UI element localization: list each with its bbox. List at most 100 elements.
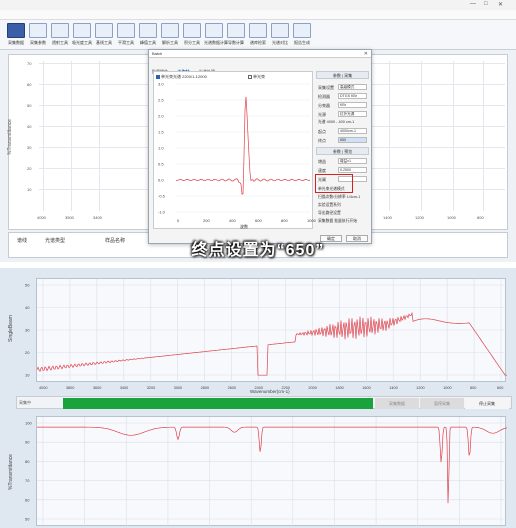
side-row-1-value[interactable]: DTGS KBr xyxy=(338,93,367,99)
toolbar-item-label: 平滑工具 xyxy=(118,40,134,45)
side-row-3: 光源 红外光源 xyxy=(316,110,369,118)
toolbar-item-1[interactable]: 采集参数 xyxy=(28,23,48,49)
singlebeam-ylabel: SingleBeam xyxy=(8,315,14,342)
toolbar-item-12[interactable]: 光谱对比 xyxy=(270,23,290,49)
side-extra-2[interactable]: 实验设置系列 xyxy=(318,203,341,208)
stop-button[interactable]: 停止采集 xyxy=(465,398,509,409)
maximize-button[interactable]: □ xyxy=(484,1,488,7)
side-row-start: 起点 4000cm-1 xyxy=(316,127,369,135)
singlebeam-xtick: 2000 xyxy=(308,386,316,390)
side-row-2-value[interactable]: KBr xyxy=(338,102,367,108)
transmittance-ytick: 50 xyxy=(25,517,30,522)
toolbar-spectrum-icon xyxy=(139,23,157,38)
main-plot-ytick: 20 xyxy=(27,166,32,171)
side-header-collect-label[interactable]: 参数 xyxy=(333,73,341,78)
toolbar-item-label: 报告生成 xyxy=(294,40,310,45)
transmittance-ylabel: %Transmittance xyxy=(8,454,14,490)
singlebeam-ytick: 20 xyxy=(25,350,30,355)
main-plot-ytick: 10 xyxy=(27,187,32,192)
toolbar-item-5[interactable]: 平滑工具 xyxy=(116,23,136,49)
side-extra-4[interactable]: 采集数据 批量执行开始 xyxy=(318,219,357,224)
side-row-gain-0-value[interactable]: 增益x1 xyxy=(338,158,367,164)
dialog-close-icon[interactable]: ✕ xyxy=(364,50,368,58)
singlebeam-xtick: 3200 xyxy=(147,386,155,390)
interferogram-ytick: 1.0 xyxy=(158,146,164,151)
toolbar-item-10[interactable]: 导数计算 xyxy=(226,23,246,49)
side-header-preview-label-b[interactable]: 预览 xyxy=(344,149,352,154)
toolbar-spectrum-icon xyxy=(73,23,91,38)
side-row-3-value[interactable]: 红外光源 xyxy=(338,111,367,117)
interferogram-xtick: 400 xyxy=(229,218,236,223)
toolbar-spectrum-icon xyxy=(51,23,69,38)
singlebeam-curve xyxy=(36,311,507,376)
side-row-0-key: 采集设置 xyxy=(318,85,334,90)
endpoint-highlight-box xyxy=(315,174,353,193)
side-header-preview-label[interactable]: 参数 xyxy=(333,149,341,154)
toolbar-item-4[interactable]: 基线工具 xyxy=(94,23,114,49)
main-plot-xtick: 1200 xyxy=(415,215,424,220)
toolbar-spectrum-icon xyxy=(117,23,135,38)
main-plot-xtick: 800 xyxy=(477,215,484,220)
toolbar-spectrum-icon xyxy=(95,23,113,38)
main-plot-vgridline xyxy=(99,61,100,211)
toolbar-item-8[interactable]: 积分工具 xyxy=(182,23,202,49)
collect-button[interactable]: 采集数据 xyxy=(375,398,419,409)
side-row-0: 采集设置 高级模式 xyxy=(316,83,369,91)
toolbar-item-9[interactable]: 光谱数据计算 xyxy=(204,23,228,49)
main-plot-ytick: 60 xyxy=(27,82,32,87)
toolbar-item-6[interactable]: 峰值工具 xyxy=(138,23,158,49)
main-plot-xtick: 3500 xyxy=(65,215,74,220)
transmittance-ytick: 90 xyxy=(25,440,30,445)
singlebeam-ytick: 40 xyxy=(25,305,30,310)
toolbar-item-3[interactable]: 吸光度工具 xyxy=(72,23,92,49)
toolbar-spectrum-icon xyxy=(161,23,179,38)
pause-button[interactable]: 暂停采集 xyxy=(420,398,464,409)
singlebeam-xlabel: Wavenumber(cm-1) xyxy=(250,389,290,394)
toolbar-item-2[interactable]: 透射工具 xyxy=(50,23,70,49)
singlebeam-ytick: 30 xyxy=(25,328,30,333)
dialog-side-panel: 参数 | 采集 采集设置 高级模式 检测器 DTGS KBr 分束器 KBr 光源 红外光源 光谱… xyxy=(316,71,369,229)
singlebeam-xtick: 600 xyxy=(497,386,503,390)
interferogram-ytick: -1.0 xyxy=(158,210,166,215)
transmittance-ytick: 70 xyxy=(25,478,30,483)
side-row-start-value[interactable]: 4000cm-1 xyxy=(338,128,367,134)
singlebeam-svg: 50 40 30 20 10 4000 3800 3600 3400 3200 3000 2800 26… xyxy=(25,279,507,390)
main-plot-ytick: 30 xyxy=(27,145,32,150)
transmittance-ytick: 100 xyxy=(25,421,32,426)
side-extra-3[interactable]: 导出路径设置 xyxy=(318,211,341,216)
singlebeam-plot-area: 50 40 30 20 10 4000 3800 3600 3400 3200 3000 2800 26… xyxy=(25,278,507,390)
toolbar-item-0[interactable]: 采集数据 xyxy=(6,23,26,49)
toolbar-item-label: 吸光度工具 xyxy=(72,40,92,45)
interferogram-xtick: 0 xyxy=(177,218,180,223)
toolbar-item-11[interactable]: 谱库检索 xyxy=(248,23,268,49)
main-plot-vgridline xyxy=(389,61,390,211)
side-row-0-value[interactable]: 高级模式 xyxy=(338,84,367,90)
side-row-2-key: 分束器 xyxy=(318,103,330,108)
side-row-gain-0-key: 增益 xyxy=(318,159,326,164)
side-header-collect: 参数 | 采集 xyxy=(316,71,369,79)
main-plot-xtick: 1000 xyxy=(447,215,456,220)
side-header-collect-label-b[interactable]: 采集 xyxy=(344,73,352,78)
toolbar-item-7[interactable]: 解析工具 xyxy=(160,23,180,49)
transmittance-svg: 100 90 80 70 60 50 xyxy=(25,417,508,527)
acquisition-status-bar: 采集中 采集数据 暂停采集 停止采集 xyxy=(16,396,512,409)
toolbar-spectrum-icon xyxy=(7,23,25,38)
interferogram-ytick: 2.0 xyxy=(158,114,164,119)
toolbar-item-label: 采集参数 xyxy=(30,40,46,45)
toolbar-spectrum-icon xyxy=(271,23,289,38)
singlebeam-xtick: 2800 xyxy=(201,386,209,390)
toolbar-item-13[interactable]: 报告生成 xyxy=(292,23,312,49)
close-window-button[interactable]: ✕ xyxy=(498,1,503,8)
singlebeam-xtick: 4000 xyxy=(39,386,47,390)
interferogram-ytick: 0.5 xyxy=(158,162,164,167)
side-row-end-value[interactable]: 650 xyxy=(338,137,367,143)
status-label: 采集中 xyxy=(19,400,31,405)
main-plot-xtick: 1400 xyxy=(383,215,392,220)
toolbar-item-label: 峰值工具 xyxy=(140,40,156,45)
acquisition-progress-bar xyxy=(63,398,373,409)
minimize-button[interactable]: — xyxy=(470,1,476,7)
side-row-gain-1-value[interactable]: 0.2500 xyxy=(338,167,367,173)
toolbar-item-label: 光谱对比 xyxy=(272,40,288,45)
side-extra-1: 扫描次数/分辨率 1/4cm-1 xyxy=(318,195,361,199)
singlebeam-xtick: 1600 xyxy=(362,386,370,390)
